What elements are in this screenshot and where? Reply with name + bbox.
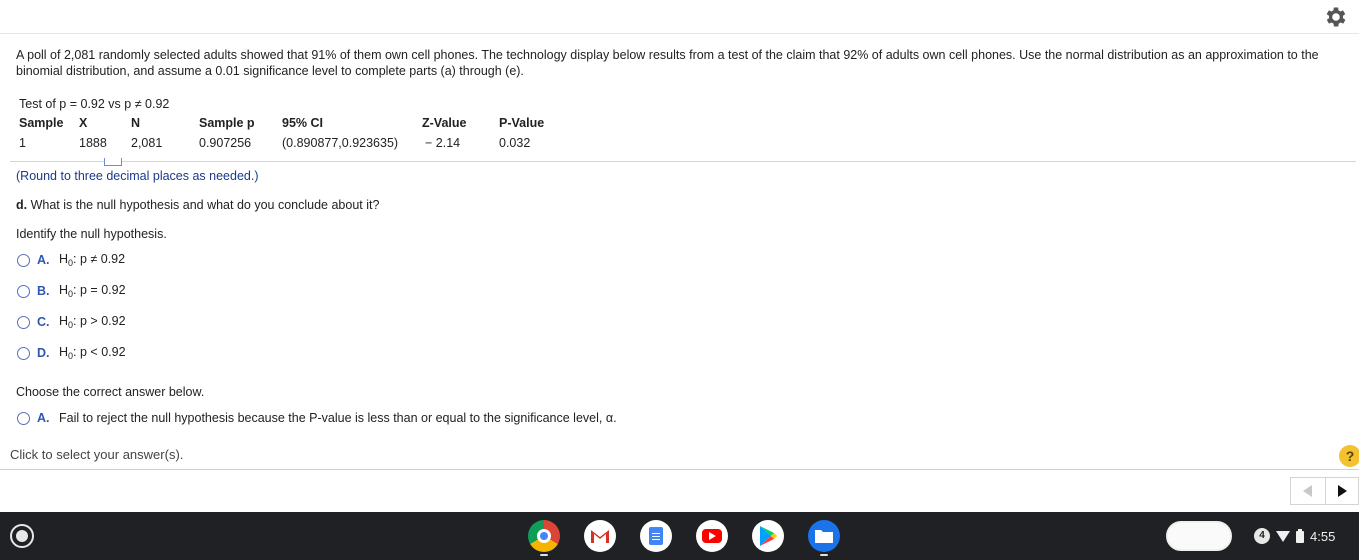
battery-icon xyxy=(1296,529,1304,543)
top-bar xyxy=(0,0,1359,34)
header-p-value: P-Value xyxy=(499,116,545,130)
part-d-label: d. xyxy=(16,198,28,212)
cell-sample: 1 xyxy=(19,136,26,150)
header-x: X xyxy=(79,116,88,130)
cell-x: 1888 xyxy=(79,136,107,150)
radio-button[interactable] xyxy=(17,346,30,360)
option-letter: A. xyxy=(37,253,50,267)
radio-button[interactable] xyxy=(17,315,30,329)
gear-icon[interactable] xyxy=(1323,4,1349,30)
help-icon[interactable]: ? xyxy=(1339,445,1359,467)
problem-statement: A poll of 2,081 randomly selected adults… xyxy=(16,48,1319,78)
collapse-handle[interactable] xyxy=(104,158,122,166)
test-line: Test of p = 0.92 vs p ≠ 0.92 xyxy=(19,97,170,111)
radio-button[interactable] xyxy=(17,253,30,267)
cell-n: 2,081 xyxy=(131,136,163,150)
conclusion-option-a[interactable]: A. Fail to reject the null hypothesis be… xyxy=(17,409,617,427)
gmail-icon[interactable] xyxy=(584,520,616,552)
launcher-button[interactable] xyxy=(10,524,34,548)
header-sample-p: Sample p xyxy=(199,116,255,130)
option-text: H0: p < 0.92 xyxy=(59,345,126,361)
option-letter: C. xyxy=(37,315,50,329)
docs-icon[interactable] xyxy=(640,520,672,552)
results-table: Sample X N Sample p 95% CI Z-Value P-Val… xyxy=(19,113,569,153)
header-n: N xyxy=(131,116,141,130)
header-ci: 95% CI xyxy=(282,116,323,130)
click-to-select-hint: Click to select your answer(s). xyxy=(10,447,184,462)
option-letter: D. xyxy=(37,346,50,360)
option-c[interactable]: C. H0: p > 0.92 xyxy=(17,313,126,331)
option-text: H0: p ≠ 0.92 xyxy=(59,252,126,268)
identify-prompt: Identify the null hypothesis. xyxy=(16,227,167,241)
choose-prompt: Choose the correct answer below. xyxy=(16,385,205,399)
part-d-text: What is the null hypothesis and what do … xyxy=(30,198,380,212)
header-z-value: Z-Value xyxy=(422,116,467,130)
running-indicator xyxy=(540,554,548,556)
option-a[interactable]: A. H0: p ≠ 0.92 xyxy=(17,251,125,269)
next-button[interactable] xyxy=(1324,478,1359,504)
cell-p-value: 0.032 xyxy=(499,136,531,150)
cell-z-value: − 2.14 xyxy=(425,136,461,150)
holding-space-tray[interactable] xyxy=(1166,521,1232,551)
option-d[interactable]: D. H0: p < 0.92 xyxy=(17,344,126,362)
radio-button[interactable] xyxy=(17,411,30,425)
cell-ci: (0.890877,0.923635) xyxy=(282,136,399,150)
running-indicator xyxy=(820,554,828,556)
previous-button[interactable] xyxy=(1291,478,1325,504)
section-divider xyxy=(10,161,1356,162)
technology-display: Test of p = 0.92 vs p ≠ 0.92 Sample X N … xyxy=(19,95,569,153)
option-letter: B. xyxy=(37,284,50,298)
chevron-right-icon xyxy=(1337,485,1347,497)
chrome-icon[interactable] xyxy=(528,520,560,552)
round-note: (Round to three decimal places as needed… xyxy=(16,169,259,183)
notification-count: 4 xyxy=(1254,528,1270,544)
status-tray[interactable]: 4 4:55 xyxy=(1246,522,1335,550)
play-store-icon[interactable] xyxy=(752,520,784,552)
cell-sample-p: 0.907256 xyxy=(199,136,252,150)
wifi-icon xyxy=(1276,530,1290,542)
chevron-left-icon xyxy=(1302,485,1312,497)
question-navigation xyxy=(1290,477,1359,505)
option-text: H0: p = 0.92 xyxy=(59,283,126,299)
option-letter: A. xyxy=(37,411,50,425)
table-row: 1 1888 2,081 0.907256 (0.890877,0.923635… xyxy=(19,133,569,153)
option-text: Fail to reject the null hypothesis becau… xyxy=(59,411,617,425)
clock: 4:55 xyxy=(1310,528,1336,544)
option-text: H0: p > 0.92 xyxy=(59,314,126,330)
radio-button[interactable] xyxy=(17,284,30,298)
footer-divider xyxy=(0,469,1359,470)
table-header-row: Sample X N Sample p 95% CI Z-Value P-Val… xyxy=(19,113,569,133)
youtube-icon[interactable] xyxy=(696,520,728,552)
files-icon[interactable] xyxy=(808,520,840,552)
option-b[interactable]: B. H0: p = 0.92 xyxy=(17,282,126,300)
part-d-question: d. What is the null hypothesis and what … xyxy=(16,198,379,212)
taskbar: 4 4:55 xyxy=(0,512,1359,560)
header-sample: Sample xyxy=(19,116,64,130)
